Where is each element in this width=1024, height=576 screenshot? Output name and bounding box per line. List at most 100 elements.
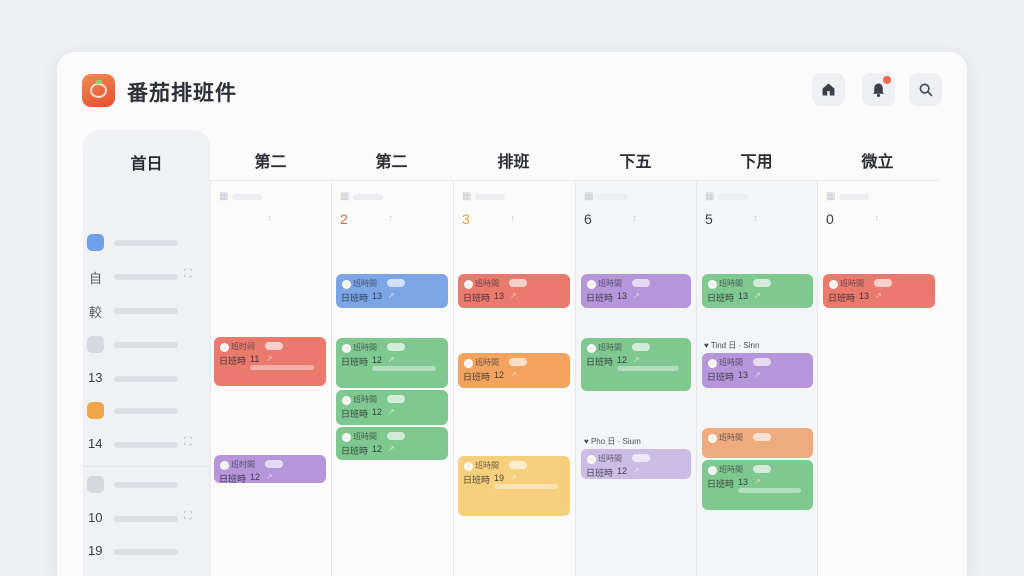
day-tag-icon: ▦	[826, 191, 836, 202]
sidebar-item[interactable]: 14 ⛶	[83, 436, 210, 456]
shift-arrow-icon: ↗	[510, 370, 517, 379]
shift-event[interactable]: 班時間 日班時 12 ↗	[336, 427, 448, 460]
shift-toggle[interactable]	[874, 279, 892, 287]
shift-event[interactable]: 班时间 日班時 11 ↗	[214, 337, 326, 386]
sidebar-heading: 首日	[130, 156, 163, 173]
home-button[interactable]	[812, 73, 845, 106]
day-header[interactable]: 下用	[696, 148, 817, 172]
shift-hours: 11	[250, 354, 260, 364]
notifications-button[interactable]	[862, 73, 895, 106]
sidebar-item-bar	[114, 342, 178, 348]
day-header[interactable]: 排班	[453, 148, 574, 172]
shift-toggle[interactable]	[753, 279, 771, 287]
shift-hours: 19	[494, 473, 505, 483]
shift-toggle[interactable]	[632, 454, 650, 462]
shift-event[interactable]: 班時間 日班時 13 ↗	[702, 460, 813, 510]
shift-toggle[interactable]	[387, 343, 405, 351]
shift-event[interactable]: 班時間日班時 19 ↗	[458, 456, 570, 516]
shift-time-label: 日班時	[707, 372, 735, 382]
shift-event[interactable]: 班時間 日班時 13 ↗	[458, 274, 570, 308]
shift-progress-bar	[617, 366, 679, 371]
shift-time-label: 日班時	[341, 293, 369, 303]
sidebar-item[interactable]	[83, 476, 210, 496]
shift-event[interactable]: 班時間 日班時 13 ↗	[702, 274, 813, 308]
shift-toggle[interactable]	[387, 432, 405, 440]
expand-icon[interactable]: ⛶	[184, 436, 192, 449]
day-header[interactable]: 微立	[817, 148, 938, 172]
shift-event[interactable]: 班時間 日班時 13 ↗	[581, 274, 691, 308]
shift-label: 班時間	[719, 358, 743, 367]
expand-icon[interactable]: ⛶	[184, 510, 192, 523]
shift-toggle[interactable]	[753, 358, 771, 366]
shift-toggle[interactable]	[265, 342, 283, 350]
sidebar-item[interactable]: 較	[83, 302, 210, 322]
shift-toggle[interactable]	[632, 279, 650, 287]
sidebar-item-label: 19	[88, 543, 103, 558]
shift-toggle[interactable]	[753, 465, 771, 473]
category-icon	[87, 336, 104, 353]
shift-label: 班時間	[598, 454, 622, 463]
day-tag-bar	[232, 194, 262, 200]
shift-event[interactable]: 班時間 日班時 12 ↗	[581, 338, 691, 391]
shift-toggle[interactable]	[509, 358, 527, 366]
shift-toggle[interactable]	[509, 461, 527, 469]
shift-hours: 13	[617, 291, 628, 301]
shift-label: 班時間	[475, 461, 499, 470]
shift-event[interactable]: 班時間 日班時 12 ↗	[458, 353, 570, 388]
shift-event[interactable]: 班时間 日班時 12 ↗	[214, 455, 326, 483]
home-icon	[822, 83, 835, 96]
sidebar-item-bar	[114, 442, 178, 448]
shift-status-icon	[708, 359, 717, 368]
day-tag-icon: ▦	[584, 191, 594, 202]
shift-status-icon	[708, 434, 717, 443]
shift-event[interactable]: 班時間 日班時 13 ↗	[702, 353, 813, 388]
day-marker: ↑	[753, 213, 758, 224]
shift-toggle[interactable]	[387, 279, 405, 287]
day-column[interactable]: ▦ 0 ↑	[817, 181, 938, 576]
shift-event[interactable]: 班時間 日班時 13 ↗	[823, 274, 935, 308]
shift-label: 班時間	[598, 343, 622, 352]
shift-progress-bar	[372, 366, 436, 371]
sidebar-item-bar	[114, 408, 178, 414]
shift-toggle[interactable]	[387, 395, 405, 403]
search-button[interactable]	[909, 73, 942, 106]
shift-time-label: 日班時	[341, 446, 369, 456]
shift-time-label: 日班時	[219, 356, 247, 366]
shift-event[interactable]: 班時間 日班時 12 ↗	[581, 449, 691, 479]
shift-time-label: 日班時	[463, 293, 491, 303]
shift-toggle[interactable]	[509, 279, 527, 287]
day-header[interactable]: 下五	[575, 148, 696, 172]
expand-icon[interactable]: ⛶	[184, 268, 192, 281]
shift-event[interactable]: 班時間 日班時 12 ↗	[336, 338, 448, 388]
day-header[interactable]: 第二	[331, 148, 452, 172]
sidebar-item[interactable]: 10 ⛶	[83, 510, 210, 530]
shift-toggle[interactable]	[265, 460, 283, 468]
day-number: 6	[584, 211, 592, 227]
shift-toggle[interactable]	[753, 433, 771, 441]
shift-toggle[interactable]	[632, 343, 650, 351]
shift-event[interactable]: 班時間 日班時 13 ↗	[336, 274, 448, 308]
sidebar-item[interactable]	[83, 234, 210, 254]
shift-hours: 12	[372, 444, 383, 454]
sidebar-item[interactable]: 13	[83, 370, 210, 390]
day-number: 5	[705, 211, 713, 227]
shift-arrow-icon: ↗	[875, 291, 882, 300]
day-header[interactable]: 第二	[210, 148, 331, 172]
sidebar-item-bar	[114, 549, 178, 555]
sidebar-item[interactable]	[83, 336, 210, 356]
shift-label: 班時間	[353, 279, 377, 288]
shift-progress-bar	[738, 488, 801, 493]
shift-arrow-icon: ↗	[510, 473, 517, 482]
day-tag-bar	[839, 194, 869, 200]
shift-event[interactable]: 班時間	[702, 428, 813, 458]
shift-label: 班時間	[353, 395, 377, 404]
shift-time-label: 日班時	[463, 475, 491, 485]
shift-arrow-icon: ↗	[266, 354, 273, 363]
sidebar-item[interactable]: 自 ⛶	[83, 268, 210, 288]
shift-event[interactable]: 班時間 日班時 12 ↗	[336, 390, 448, 425]
shift-label: 班時間	[719, 465, 743, 474]
shift-hours: 13	[859, 291, 870, 301]
shift-arrow-icon: ↗	[633, 355, 640, 364]
sidebar-item[interactable]	[83, 402, 210, 422]
sidebar-item[interactable]: 19	[83, 543, 210, 563]
